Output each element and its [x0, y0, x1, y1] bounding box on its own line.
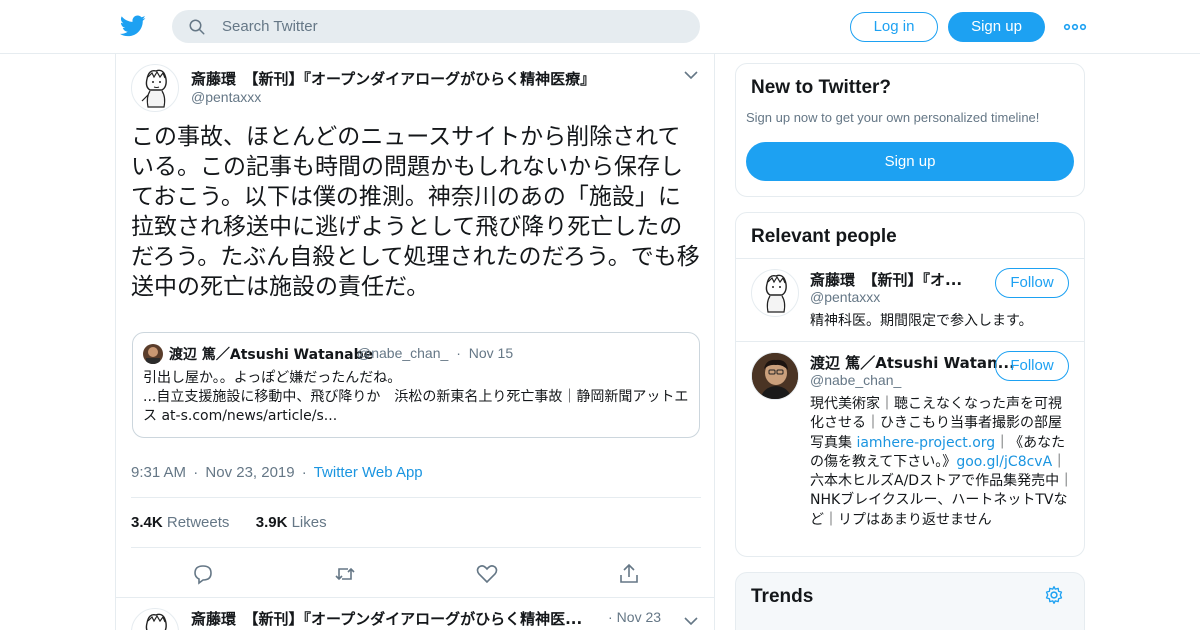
login-button[interactable]: Log in	[850, 12, 938, 42]
cartoon-avatar-icon	[765, 274, 787, 313]
gear-icon[interactable]	[1044, 585, 1064, 605]
cartoon-avatar-icon	[145, 613, 167, 630]
cartoon-avatar-icon	[141, 69, 167, 108]
tweet-time[interactable]: 9:31 AM	[131, 464, 186, 481]
quoted-handle-text: @nabe_chan_	[357, 345, 449, 361]
bio-link[interactable]: iamhere-project.org	[856, 435, 995, 451]
avatar[interactable]	[131, 608, 179, 630]
search-input[interactable]: Search Twitter	[222, 18, 318, 35]
chevron-down-icon[interactable]	[684, 616, 698, 626]
likes-label: Likes	[291, 514, 327, 531]
person-handle[interactable]: @nabe_chan_	[810, 372, 901, 388]
photo-avatar-icon	[752, 353, 798, 399]
quoted-author-name: 渡辺 篤／Atsushi Watanabe	[169, 347, 374, 363]
quoted-author-handle: @nabe_chan_ · Nov 15	[357, 345, 514, 361]
divider	[116, 597, 714, 598]
person-name[interactable]: 渡辺 篤／Atsushi Watan...	[810, 352, 1015, 373]
next-tweet-date[interactable]: · Nov 23	[608, 609, 661, 625]
person-bio: 精神科医。期間限定で参入します。	[810, 313, 1033, 329]
quoted-text: 引出し屋か。。よっぽど嫌だったんだね。 ...自立支援施設に移動中、飛び降りか …	[143, 369, 693, 426]
tweet-date[interactable]: Nov 23, 2019	[205, 464, 294, 481]
retweet-icon[interactable]	[333, 562, 357, 586]
like-icon[interactable]	[475, 562, 499, 586]
quoted-text-line1: 引出し屋か。。よっぽど嫌だったんだね。	[143, 370, 402, 386]
retweets-stat[interactable]: 3.4K Retweets	[131, 514, 229, 531]
more-dots-icon[interactable]	[1063, 20, 1087, 34]
search-icon	[189, 19, 205, 35]
sidebar-signup-button[interactable]: Sign up	[746, 142, 1074, 181]
twitter-bird-icon[interactable]	[120, 13, 146, 39]
main-tweet-column: 斎藤環 【新刊】『オープンダイアローグがひらく精神医療』 @pentaxxx こ…	[115, 54, 715, 630]
tweet-source-link[interactable]: Twitter Web App	[314, 464, 423, 481]
relevant-people-title: Relevant people	[751, 226, 897, 247]
tweet-timestamp: 9:31 AM · Nov 23, 2019 · Twitter Web App	[131, 464, 423, 481]
retweets-label: Retweets	[166, 514, 230, 531]
divider	[131, 547, 701, 548]
quoted-text-line2: ...自立支援施設に移動中、飛び降りか 浜松の新東名上り死亡事故｜静岡新聞アット…	[143, 389, 689, 424]
person-bio: 現代美術家｜聴こえなくなった声を可視化させる｜ひきこもり当事者撮影の部屋写真集 …	[810, 395, 1074, 530]
share-icon[interactable]	[617, 562, 641, 586]
signup-button[interactable]: Sign up	[948, 12, 1045, 42]
quoted-date: Nov 15	[468, 345, 514, 361]
top-navigation-bar: Search Twitter Log in Sign up	[0, 0, 1200, 54]
quoted-tweet[interactable]: 渡辺 篤／Atsushi Watanabe @nabe_chan_ · Nov …	[132, 332, 700, 438]
avatar[interactable]	[751, 352, 799, 400]
person-name[interactable]: 斎藤環 【新刊】『オ...	[810, 269, 962, 290]
avatar[interactable]	[131, 64, 179, 112]
tweet-text: この事故、ほとんどのニュースサイトから削除されている。この記事も時間の問題かもし…	[131, 124, 700, 300]
person-handle[interactable]: @pentaxxx	[810, 289, 880, 305]
trends-title: Trends	[751, 586, 814, 607]
next-tweet-date-text: Nov 23	[616, 609, 662, 625]
new-to-twitter-card: New to Twitter? Sign up now to get your …	[735, 63, 1085, 197]
follow-button[interactable]: Follow	[995, 268, 1069, 298]
reply-icon[interactable]	[191, 562, 215, 586]
follow-button[interactable]: Follow	[995, 351, 1069, 381]
likes-count: 3.9K	[255, 514, 288, 531]
tweet-stats: 3.4K Retweets 3.9K Likes	[131, 514, 327, 531]
retweets-count: 3.4K	[131, 514, 163, 531]
avatar[interactable]	[751, 269, 799, 317]
new-to-twitter-subtitle: Sign up now to get your own personalized…	[746, 110, 1040, 125]
tweet-author-handle[interactable]: @pentaxxx	[191, 89, 261, 105]
divider	[131, 497, 701, 498]
new-to-twitter-title: New to Twitter?	[751, 77, 892, 98]
tweet-author-name[interactable]: 斎藤環 【新刊】『オープンダイアローグがひらく精神医療』	[191, 68, 595, 89]
quoted-avatar	[143, 344, 163, 364]
bio-link[interactable]: goo.gl/jC8cvA	[956, 454, 1052, 470]
relevant-people-card: Relevant people 斎藤環 【新刊】『オ... @pentaxxx …	[735, 212, 1085, 557]
chevron-down-icon[interactable]	[684, 70, 698, 80]
divider	[736, 258, 1084, 259]
divider	[736, 341, 1084, 342]
likes-stat[interactable]: 3.9K Likes	[256, 514, 327, 531]
next-tweet-author-name[interactable]: 斎藤環 【新刊】『オープンダイアローグがひらく精神医...	[191, 608, 582, 629]
trends-card: Trends	[735, 572, 1085, 630]
search-box[interactable]: Search Twitter	[172, 10, 700, 43]
